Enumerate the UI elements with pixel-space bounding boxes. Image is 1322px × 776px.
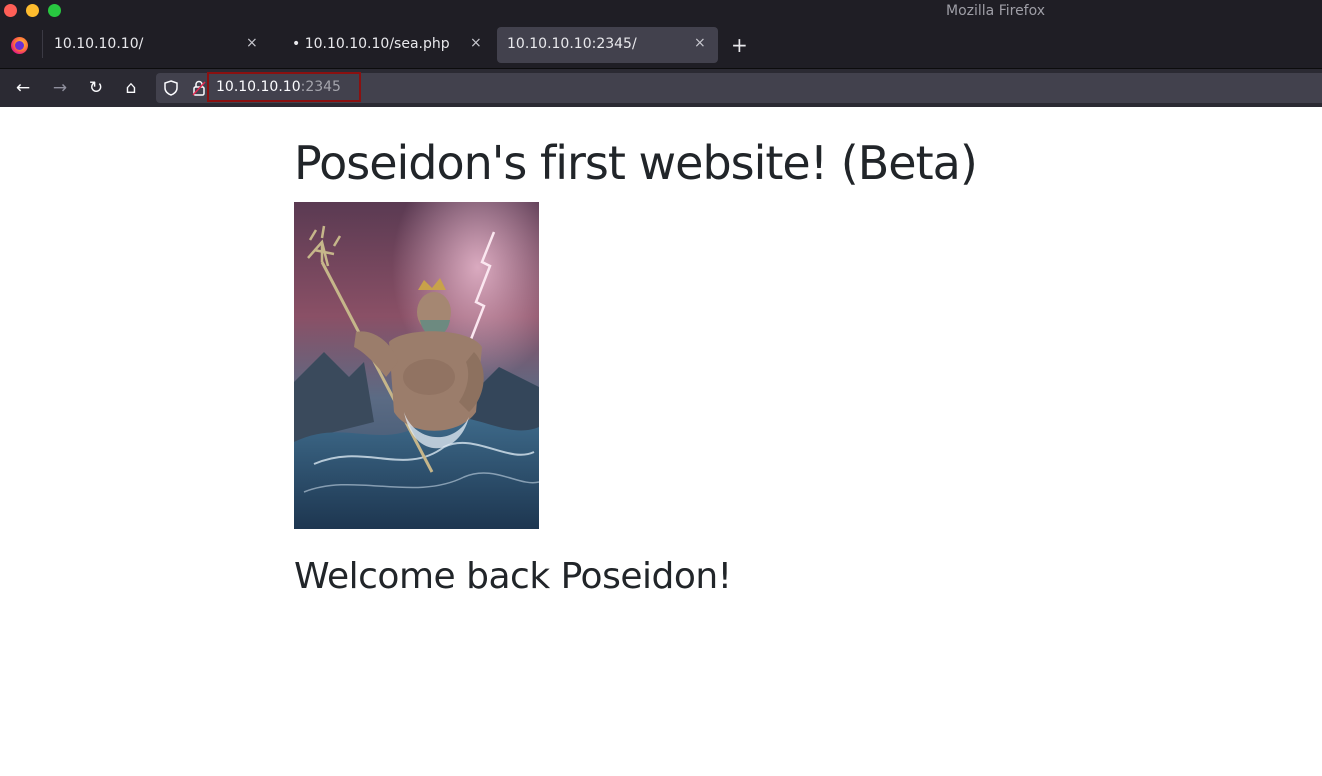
back-button[interactable]: ← bbox=[13, 78, 33, 98]
new-tab-button[interactable]: + bbox=[731, 33, 748, 57]
url-text[interactable]: 10.10.10.10:2345 bbox=[216, 79, 341, 95]
close-icon[interactable]: × bbox=[694, 35, 706, 51]
page-title: Poseidon's first website! (Beta) bbox=[294, 136, 978, 190]
lock-icon[interactable] bbox=[192, 80, 206, 96]
url-port: :2345 bbox=[300, 79, 341, 95]
tab-label: • 10.10.10.10/sea.php bbox=[292, 36, 450, 52]
welcome-message: Welcome back Poseidon! bbox=[294, 556, 732, 597]
tab-port-2345[interactable]: 10.10.10.10:2345/ × bbox=[497, 27, 718, 63]
tab-strip: 10.10.10.10/ × • 10.10.10.10/sea.php × 1… bbox=[0, 22, 1322, 68]
tab-label: 10.10.10.10/ bbox=[54, 36, 144, 52]
url-host: 10.10.10.10 bbox=[216, 79, 301, 95]
firefox-logo-icon[interactable] bbox=[11, 37, 28, 54]
window-title: Mozilla Firefox bbox=[946, 3, 1046, 19]
window-minimize-button[interactable] bbox=[26, 4, 39, 17]
close-icon[interactable]: × bbox=[246, 35, 258, 51]
reload-button[interactable]: ↻ bbox=[86, 78, 106, 98]
poseidon-image bbox=[294, 202, 539, 529]
window-close-button[interactable] bbox=[4, 4, 17, 17]
forward-button[interactable]: → bbox=[50, 78, 70, 98]
tab-label: 10.10.10.10:2345/ bbox=[507, 36, 637, 52]
url-bar[interactable]: 10.10.10.10:2345 bbox=[156, 72, 1322, 103]
tab-sea-php[interactable]: • 10.10.10.10/sea.php × bbox=[282, 27, 492, 63]
shield-icon[interactable] bbox=[164, 80, 178, 96]
window-maximize-button[interactable] bbox=[48, 4, 61, 17]
home-button[interactable]: ⌂ bbox=[121, 78, 141, 98]
close-icon[interactable]: × bbox=[470, 35, 482, 51]
page-content: Poseidon's first website! (Beta) Welcome… bbox=[0, 108, 1322, 776]
window-titlebar: Mozilla Firefox bbox=[0, 0, 1322, 22]
tab-divider bbox=[42, 30, 43, 58]
tab-home[interactable]: 10.10.10.10/ × bbox=[44, 27, 272, 63]
navigation-toolbar: ← → ↻ ⌂ 10.10.10.10:2345 bbox=[0, 68, 1322, 107]
